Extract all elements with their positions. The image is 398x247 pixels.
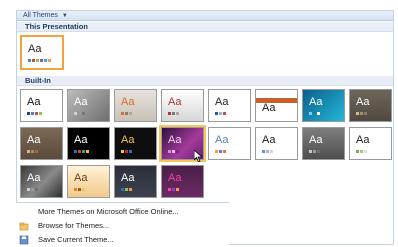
more-themes-online-item[interactable]: More Themes on Microsoft Office Online..… <box>16 205 229 219</box>
theme-thumbnail-equity[interactable]: Aa <box>255 89 298 122</box>
theme-color-swatches <box>121 150 132 153</box>
all-themes-label: All Themes <box>23 12 58 19</box>
theme-thumbnail-foundry[interactable]: Aa <box>349 89 392 122</box>
theme-color-swatches <box>309 112 320 115</box>
theme-thumbnail-verve[interactable]: Aa <box>161 165 204 198</box>
theme-thumbnail-concourse[interactable]: Aa <box>208 89 251 122</box>
theme-thumbnail-text: Aa <box>74 96 88 108</box>
theme-color-swatches <box>356 150 367 153</box>
theme-thumbnail-apex[interactable]: Aa <box>67 89 110 122</box>
mouse-cursor-icon <box>194 150 202 162</box>
blank-icon <box>19 207 29 217</box>
theme-thumbnail-flow[interactable]: Aa <box>302 89 345 122</box>
theme-thumbnail-current[interactable]: Aa <box>20 35 64 70</box>
theme-thumbnail-text: Aa <box>28 43 42 55</box>
theme-thumbnail-aspect[interactable]: Aa <box>114 89 157 122</box>
theme-thumbnail-technic[interactable]: Aa <box>20 165 63 198</box>
theme-color-swatches <box>27 112 42 115</box>
theme-thumbnail-metro[interactable]: Aa <box>67 127 110 160</box>
theme-color-swatches <box>121 112 132 115</box>
theme-thumbnail-text: Aa <box>309 134 323 146</box>
theme-color-swatches <box>168 150 179 153</box>
theme-color-swatches <box>309 150 320 153</box>
theme-thumbnail-text: Aa <box>262 102 276 114</box>
theme-thumbnail-text: Aa <box>168 134 182 146</box>
theme-thumbnail-text: Aa <box>27 134 41 146</box>
theme-thumbnail-text: Aa <box>356 96 370 108</box>
theme-thumbnail-text: Aa <box>309 96 323 108</box>
theme-color-swatches <box>27 188 38 191</box>
theme-color-swatches <box>215 112 226 115</box>
section-this-presentation: This Presentation <box>17 22 393 32</box>
theme-thumbnail-median[interactable]: Aa <box>20 127 63 160</box>
theme-color-swatches <box>215 150 226 153</box>
theme-color-swatches <box>262 150 273 153</box>
theme-thumbnail-paper[interactable]: Aa <box>302 127 345 160</box>
browse-for-themes-item[interactable]: Browse for Themes... <box>16 219 229 233</box>
theme-thumbnail-text: Aa <box>74 134 88 146</box>
theme-thumbnail-text: Aa <box>356 134 370 146</box>
theme-thumbnail-text: Aa <box>168 96 182 108</box>
theme-thumbnail-text: Aa <box>121 134 135 146</box>
folder-icon <box>19 222 29 231</box>
theme-thumbnail-civic[interactable]: Aa <box>161 89 204 122</box>
theme-thumbnail-text: Aa <box>74 172 88 184</box>
theme-thumbnail-solstice[interactable]: Aa <box>349 127 392 160</box>
theme-thumbnail-text: Aa <box>168 172 182 184</box>
browse-themes-label: Browse for Themes... <box>38 221 110 230</box>
theme-thumbnail-text: Aa <box>262 134 276 146</box>
more-themes-label: More Themes on Microsoft Office Online..… <box>38 207 179 216</box>
theme-color-swatches <box>168 188 179 191</box>
theme-thumbnail-origin[interactable]: Aa <box>255 127 298 160</box>
theme-color-swatches <box>27 150 38 153</box>
theme-thumbnail-oriel[interactable]: Aa <box>208 127 251 160</box>
theme-color-swatches <box>121 188 132 191</box>
theme-thumbnail-text: Aa <box>27 172 41 184</box>
theme-color-swatches <box>74 112 85 115</box>
theme-thumbnail-text: Aa <box>215 96 229 108</box>
theme-thumbnail-text: Aa <box>27 96 41 108</box>
theme-thumbnail-text: Aa <box>215 134 229 146</box>
all-themes-dropdown[interactable]: All Themes ▼ <box>17 11 393 21</box>
section-built-in: Built-In <box>17 76 393 86</box>
chevron-down-icon: ▼ <box>61 13 68 19</box>
themes-menu: More Themes on Microsoft Office Online..… <box>16 202 229 246</box>
theme-color-swatches <box>28 59 51 62</box>
theme-thumbnail-office[interactable]: Aa <box>20 89 63 122</box>
theme-color-swatches <box>74 188 85 191</box>
theme-thumbnail-trek[interactable]: Aa <box>67 165 110 198</box>
theme-thumbnail-urban[interactable]: Aa <box>114 165 157 198</box>
theme-thumbnail-module[interactable]: Aa <box>114 127 157 160</box>
theme-color-swatches <box>168 112 179 115</box>
save-icon <box>19 235 29 245</box>
theme-thumbnail-text: Aa <box>121 172 135 184</box>
theme-color-swatches <box>356 112 367 115</box>
theme-thumbnail-text: Aa <box>121 96 135 108</box>
theme-color-swatches <box>74 150 89 153</box>
